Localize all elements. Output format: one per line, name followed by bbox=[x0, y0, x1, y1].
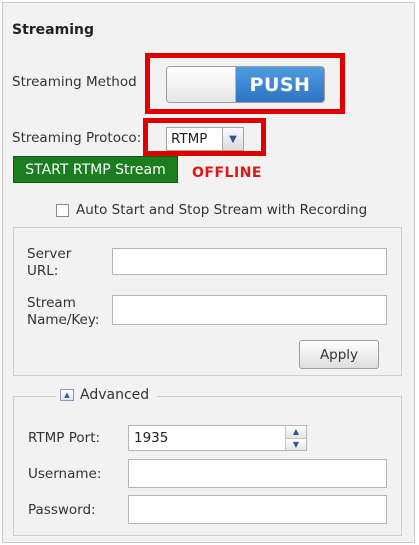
streaming-protocol-select[interactable]: RTMP ▼ bbox=[166, 127, 244, 151]
toggle-off-segment[interactable] bbox=[167, 67, 236, 102]
start-rtmp-stream-button[interactable]: START RTMP Stream bbox=[13, 156, 178, 183]
stream-key-label: Stream Name/Key: bbox=[27, 295, 99, 329]
stream-key-input[interactable] bbox=[112, 295, 387, 325]
rtmp-port-value[interactable]: 1935 bbox=[129, 426, 285, 450]
streaming-method-label: Streaming Method bbox=[12, 74, 137, 90]
stream-status: OFFLINE bbox=[192, 165, 262, 181]
apply-button[interactable]: Apply bbox=[299, 340, 379, 369]
section-title: Streaming bbox=[12, 22, 94, 38]
stream-key-label-line2: Name/Key: bbox=[27, 312, 100, 328]
password-input[interactable] bbox=[128, 495, 387, 524]
username-input[interactable] bbox=[128, 459, 387, 488]
auto-start-label[interactable]: Auto Start and Stop Stream with Recordin… bbox=[76, 202, 367, 218]
arrow-down-icon[interactable]: ▼ bbox=[286, 438, 306, 450]
password-label: Password: bbox=[28, 502, 96, 518]
chevron-down-icon[interactable]: ▼ bbox=[222, 128, 243, 150]
server-url-label-line1: Server bbox=[27, 246, 72, 262]
advanced-legend[interactable]: ▲ Advanced bbox=[56, 387, 158, 403]
collapse-up-icon[interactable]: ▲ bbox=[60, 389, 74, 401]
stream-key-label-line1: Stream bbox=[27, 295, 76, 311]
advanced-label[interactable]: Advanced bbox=[80, 387, 149, 403]
arrow-up-icon[interactable]: ▲ bbox=[286, 426, 306, 439]
streaming-protocol-label: Streaming Protoco: bbox=[12, 130, 142, 146]
server-url-input[interactable] bbox=[112, 248, 387, 275]
streaming-method-toggle[interactable]: PUSH bbox=[166, 66, 325, 103]
server-url-label: Server URL: bbox=[27, 246, 71, 280]
rtmp-port-spinner[interactable]: 1935 ▲ ▼ bbox=[128, 425, 307, 451]
protocol-selected-value: RTMP bbox=[171, 131, 208, 147]
rtmp-port-label: RTMP Port: bbox=[28, 430, 101, 446]
auto-start-checkbox[interactable] bbox=[56, 204, 69, 217]
server-url-label-line2: URL: bbox=[27, 263, 59, 279]
toggle-push-segment[interactable]: PUSH bbox=[236, 67, 324, 102]
username-label: Username: bbox=[28, 466, 102, 482]
